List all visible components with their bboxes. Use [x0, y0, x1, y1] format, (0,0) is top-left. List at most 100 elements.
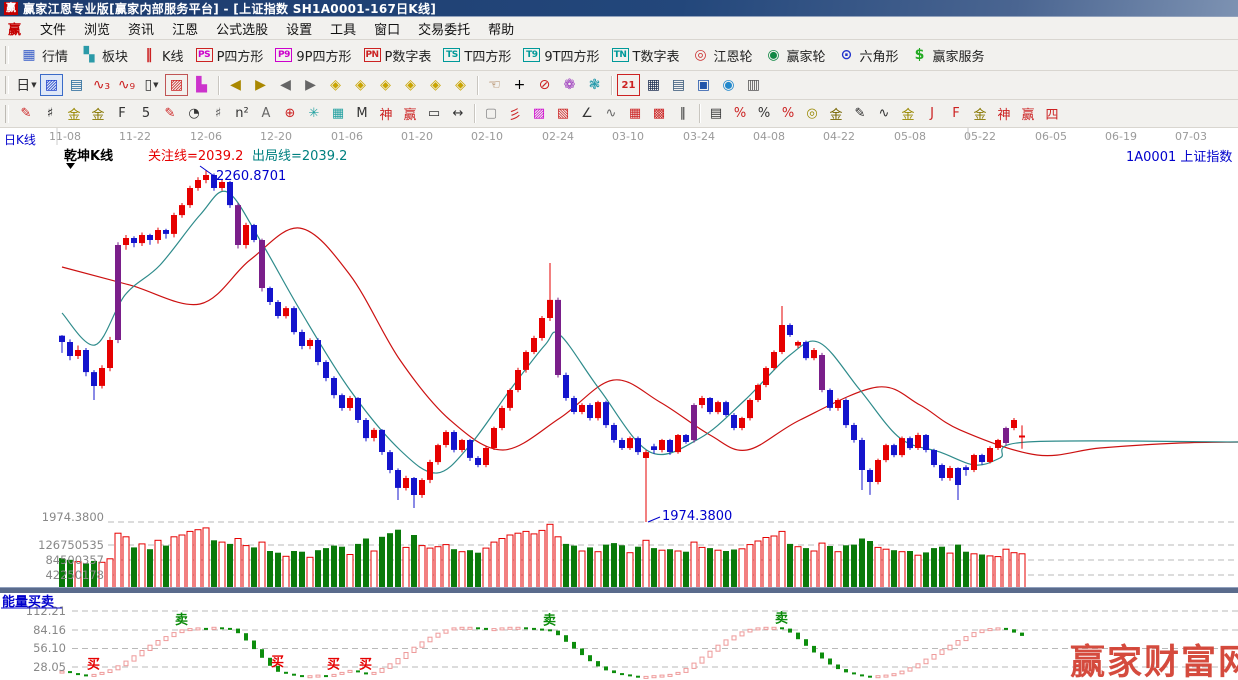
step-back-icon[interactable]: ◀ [274, 74, 297, 96]
candle-type-icon[interactable]: ▯▼ [140, 74, 163, 96]
calendar-icon[interactable]: 21 [617, 74, 640, 96]
t-square-button[interactable]: TST四方形 [437, 44, 517, 67]
menu-file[interactable]: 文件 [31, 17, 75, 40]
winner-wheel-button[interactable]: ◉赢家轮 [759, 44, 832, 67]
menu-tools[interactable]: 工具 [321, 17, 365, 40]
winner-service-button[interactable]: $赢家服务 [905, 44, 991, 67]
bar-scale-icon[interactable]: ▤ [705, 103, 727, 124]
angle-lines-icon[interactable]: ∠ [576, 103, 598, 124]
gold-circle-icon[interactable]: ◎ [801, 103, 823, 124]
menu-browse[interactable]: 浏览 [75, 17, 119, 40]
ray-fan-icon[interactable]: 彡 [504, 103, 526, 124]
menu-window[interactable]: 窗口 [365, 17, 409, 40]
gann-compass-icon[interactable]: ⊕ [279, 103, 301, 124]
percent-down-icon[interactable]: % [729, 103, 751, 124]
diamond-star-icon[interactable]: ◈ [424, 74, 447, 96]
diamond-left-icon[interactable]: ◈ [324, 74, 347, 96]
save-disk-icon[interactable]: ▣ [692, 74, 715, 96]
t-number-table-button[interactable]: TNT数字表 [606, 44, 686, 67]
gann-brain-icon[interactable]: ❁ [558, 74, 581, 96]
mark-pencil-icon[interactable]: ✎ [849, 103, 871, 124]
f-angle-icon[interactable]: F [945, 103, 967, 124]
menu-news[interactable]: 资讯 [119, 17, 163, 40]
go-first-icon[interactable]: ◀ [224, 74, 247, 96]
wave-dots-icon[interactable]: ∿ [600, 103, 622, 124]
gold-angle-icon[interactable]: 金 [897, 103, 919, 124]
mini-chart-3-icon[interactable]: ∿₃ [90, 74, 113, 96]
parallels-icon[interactable]: ∥ [672, 103, 694, 124]
step-forward-icon[interactable]: ▶ [299, 74, 322, 96]
diamond-horizontal-icon[interactable]: ◈ [374, 74, 397, 96]
percent-line-icon[interactable]: % [777, 103, 799, 124]
gann-box-red-icon[interactable]: ▧ [552, 103, 574, 124]
menu-help[interactable]: 帮助 [479, 17, 523, 40]
p-square-button[interactable]: PSP四方形 [190, 44, 270, 67]
sector-board-button[interactable]: ▚板块 [74, 44, 134, 67]
shen-tool-icon[interactable]: 神 [375, 103, 397, 124]
wave-channel-icon[interactable]: ∿ [873, 103, 895, 124]
gold-grid-2-icon[interactable]: 金 [87, 103, 109, 124]
red-grid-icon[interactable]: ▦ [624, 103, 646, 124]
gold-angle-2-icon[interactable]: 金 [969, 103, 991, 124]
dashed-box-icon[interactable]: ▢ [480, 103, 502, 124]
hexagon-button[interactable]: ⊙六角形 [832, 44, 905, 67]
menu-trade[interactable]: 交易委托 [409, 17, 479, 40]
gann-pattern-red-icon[interactable]: ▨ [165, 74, 188, 96]
board-notes-icon[interactable]: ▤ [65, 74, 88, 96]
gann-box-magenta-icon[interactable]: ▨ [528, 103, 550, 124]
trend-pencil-icon[interactable]: ✎ [15, 103, 37, 124]
title-bar[interactable]: 赢 赢家江恩专业版[赢家内部服务平台] - [上证指数 SH1A0001-167… [0, 0, 1238, 17]
ruler-icon[interactable]: ▭ [423, 103, 445, 124]
crosshair-icon[interactable]: + [508, 74, 531, 96]
diamond-expand-icon[interactable]: ◈ [399, 74, 422, 96]
red-pencil-icon[interactable]: ✎ [159, 103, 181, 124]
ying-tool-icon[interactable]: 赢 [399, 103, 421, 124]
menu-settings[interactable]: 设置 [277, 17, 321, 40]
smart-brain-icon[interactable]: ❃ [583, 74, 606, 96]
measure-zoom-icon[interactable]: ⊘ [533, 74, 556, 96]
width-measure-icon[interactable]: ↔ [447, 103, 469, 124]
diamond-full-icon[interactable]: ◈ [449, 74, 472, 96]
color-kline-icon[interactable]: ▙ [190, 74, 213, 96]
diamond-right-icon[interactable]: ◈ [349, 74, 372, 96]
mirror-tool-icon[interactable]: A [255, 103, 277, 124]
panel-splitter[interactable] [0, 588, 1238, 593]
period-selector-icon[interactable]: 日▼ [15, 74, 38, 96]
ratio-lines-icon[interactable]: ♯ [207, 103, 229, 124]
mini-chart-9-icon[interactable]: ∿₉ [115, 74, 138, 96]
p-number-table-button[interactable]: PNP数字表 [358, 44, 438, 67]
j-angle-icon[interactable]: J [921, 103, 943, 124]
percent-icon[interactable]: % [753, 103, 775, 124]
wave-box-icon[interactable]: ▦ [327, 103, 349, 124]
ying-angle-icon[interactable]: 赢 [1017, 103, 1039, 124]
arc-tool-icon[interactable]: ◔ [183, 103, 205, 124]
printer-icon[interactable]: ▥ [742, 74, 765, 96]
si-angle-icon[interactable]: 四 [1041, 103, 1063, 124]
square-of-nine-icon[interactable]: n² [231, 103, 253, 124]
report-doc-icon[interactable]: ▤ [667, 74, 690, 96]
market-quotes-button[interactable]: ▦行情 [14, 44, 74, 67]
kline-button[interactable]: ‖K线 [134, 44, 190, 67]
menu-gann[interactable]: 江恩 [163, 17, 207, 40]
svg-text:买: 买 [359, 657, 372, 672]
spiral-icon[interactable]: 5 [135, 103, 157, 124]
go-last-icon[interactable]: ▶ [249, 74, 272, 96]
gold-levels-icon[interactable]: 金 [825, 103, 847, 124]
p9-square-button[interactable]: P99P四方形 [269, 44, 357, 67]
shen-angle-icon[interactable]: 神 [993, 103, 1015, 124]
hatch-lines-icon[interactable]: ♯ [39, 103, 61, 124]
pan-hand-icon[interactable]: ☜ [483, 74, 506, 96]
web-update-icon[interactable]: ◉ [717, 74, 740, 96]
site-watermark: 赢家财富网 [1070, 642, 1238, 680]
calculator-icon[interactable]: ▦ [642, 74, 665, 96]
fib-lines-icon[interactable]: F [111, 103, 133, 124]
web-fan-icon[interactable]: ✳ [303, 103, 325, 124]
menu-bar: 赢 文件浏览资讯江恩公式选股设置工具窗口交易委托帮助 [0, 17, 1238, 40]
peak-mark-icon[interactable]: M [351, 103, 373, 124]
menu-formula-stock[interactable]: 公式选股 [207, 17, 277, 40]
gann-pattern-active-icon[interactable]: ▨ [40, 74, 63, 96]
t9-square-button[interactable]: T99T四方形 [517, 44, 605, 67]
gold-grid-icon[interactable]: 金 [63, 103, 85, 124]
gann-wheel-button[interactable]: ◎江恩轮 [686, 44, 759, 67]
red-grid-dense-icon[interactable]: ▩ [648, 103, 670, 124]
